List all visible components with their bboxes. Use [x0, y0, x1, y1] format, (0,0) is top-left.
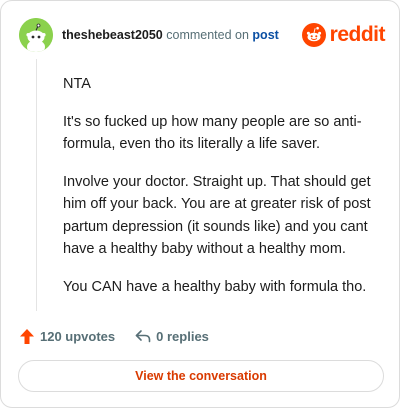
reply-arrow-icon	[135, 330, 151, 343]
user-avatar[interactable]	[19, 18, 53, 52]
view-conversation-button[interactable]: View the conversation	[18, 360, 384, 392]
reddit-snoo-icon	[301, 23, 326, 47]
comment-byline: theshebeast2050 commented on post	[62, 27, 279, 43]
comment-body: NTA It's so fucked up how many people ar…	[63, 73, 383, 313]
reply-button[interactable]: 0 replies	[135, 329, 209, 344]
comment-paragraph: Involve your doctor. Straight up. That s…	[63, 173, 371, 258]
reddit-logo[interactable]: reddit	[301, 21, 386, 49]
comment-card: theshebeast2050 commented on post reddit…	[0, 0, 400, 408]
snoo-avatar-icon	[19, 18, 53, 52]
comment-paragraph: It's so fucked up how many people are so…	[63, 113, 362, 153]
reply-count: 0 replies	[156, 328, 209, 344]
thread-line	[36, 59, 37, 311]
upvote-count: 120 upvotes	[40, 328, 116, 344]
post-link[interactable]: post	[252, 28, 278, 42]
comment-actions: 120 upvotes 0 replies	[19, 326, 209, 346]
username-link[interactable]: theshebeast2050	[62, 28, 163, 42]
comment-paragraph: You CAN have a healthy baby with formula…	[63, 278, 367, 295]
upvote-button[interactable]: 120 upvotes	[19, 328, 115, 345]
comment-header: theshebeast2050 commented on post reddit	[19, 18, 386, 52]
upvote-arrow-icon	[20, 328, 34, 344]
commented-on-text: commented on	[166, 28, 249, 42]
comment-paragraph: NTA	[63, 76, 91, 92]
reddit-wordmark: reddit	[329, 23, 386, 46]
